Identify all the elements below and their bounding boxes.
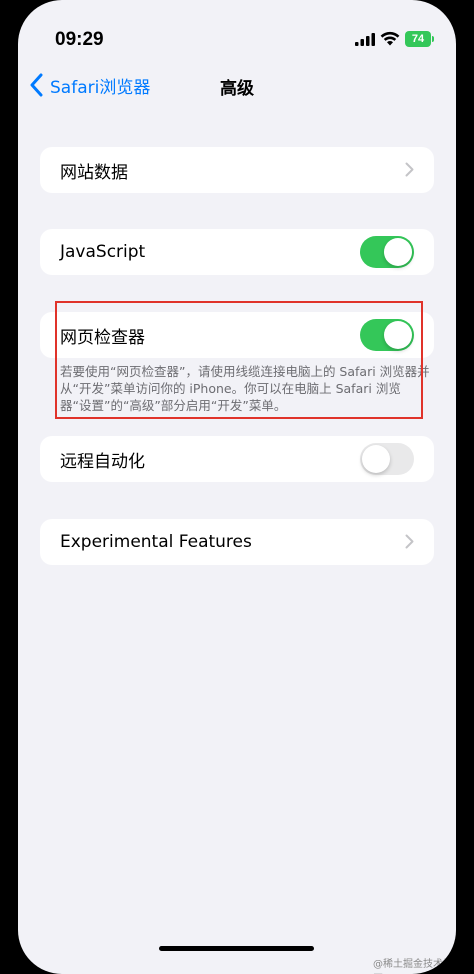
row-javascript: JavaScript	[40, 229, 434, 275]
row-remote-automation: 远程自动化	[40, 436, 434, 482]
battery-icon: 74	[405, 31, 431, 47]
chevron-right-icon	[405, 162, 414, 177]
home-indicator[interactable]	[159, 946, 314, 951]
group-experimental-features: Experimental Features	[40, 519, 434, 565]
row-label: Experimental Features	[60, 532, 252, 552]
group-remote-automation: 远程自动化	[40, 436, 434, 482]
highlight-annotation-box	[55, 301, 423, 419]
navigation-bar: Safari浏览器 高级	[18, 60, 456, 110]
row-label: JavaScript	[60, 242, 146, 262]
row-label: 远程自动化	[60, 451, 145, 472]
signal-icon	[355, 33, 375, 46]
phone-screen: 09:29 74 Safari浏览器 高级 网站数据 JavaScript 网页…	[18, 0, 456, 974]
remote-automation-toggle[interactable]	[360, 443, 414, 475]
battery-tip	[432, 36, 434, 42]
row-label: 网站数据	[60, 162, 128, 183]
javascript-toggle[interactable]	[360, 236, 414, 268]
status-time: 09:29	[55, 29, 104, 50]
row-website-data[interactable]: 网站数据	[40, 147, 434, 193]
wifi-icon	[380, 31, 400, 46]
group-website-data: 网站数据	[40, 147, 434, 193]
toggle-knob	[362, 445, 390, 473]
watermark: @稀土掘金技术社区	[373, 959, 453, 970]
row-experimental-features[interactable]: Experimental Features	[40, 519, 434, 565]
chevron-right-icon	[405, 534, 414, 549]
group-javascript: JavaScript	[40, 229, 434, 275]
page-title: 高级	[220, 79, 254, 99]
status-bar: 09:29 74	[18, 0, 456, 60]
toggle-knob	[384, 238, 412, 266]
